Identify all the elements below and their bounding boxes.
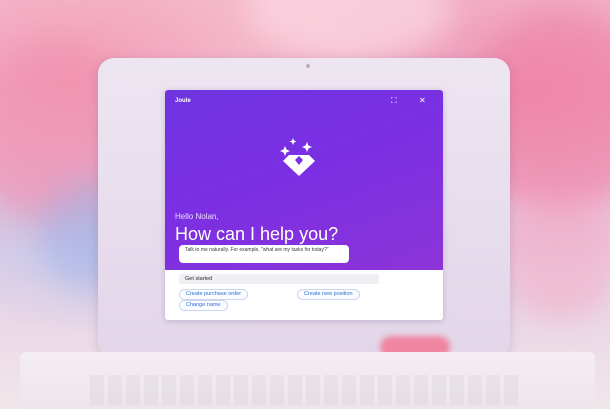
create-purchase-order-button[interactable]: Create purchase order xyxy=(179,289,249,300)
expand-icon[interactable]: ⛶ xyxy=(391,96,397,106)
diamond-sparkle-icon xyxy=(280,138,315,176)
headline: How can I help you? xyxy=(175,224,339,244)
camera-icon xyxy=(306,64,310,68)
joule-hero-banner: Joule ⛶ ✕ Hello Nolan, How can I help yo… xyxy=(165,90,443,270)
background-blur xyxy=(250,0,450,60)
background-blur xyxy=(500,200,610,320)
suggestion-input[interactable]: Talk to me naturally. For example, "what… xyxy=(179,245,349,263)
get-started-section-label: Get started xyxy=(179,274,379,284)
joule-assistant-panel: Joule ⛶ ✕ Hello Nolan, How can I help yo… xyxy=(165,90,443,320)
greeting-text: Hello Nolan, xyxy=(175,212,219,221)
close-icon[interactable]: ✕ xyxy=(419,96,426,106)
create-new-position-button[interactable]: Create new position xyxy=(297,289,360,300)
panel-title: Joule xyxy=(175,98,191,104)
change-name-button[interactable]: Change name xyxy=(179,300,228,311)
laptop-keyboard xyxy=(90,375,520,405)
